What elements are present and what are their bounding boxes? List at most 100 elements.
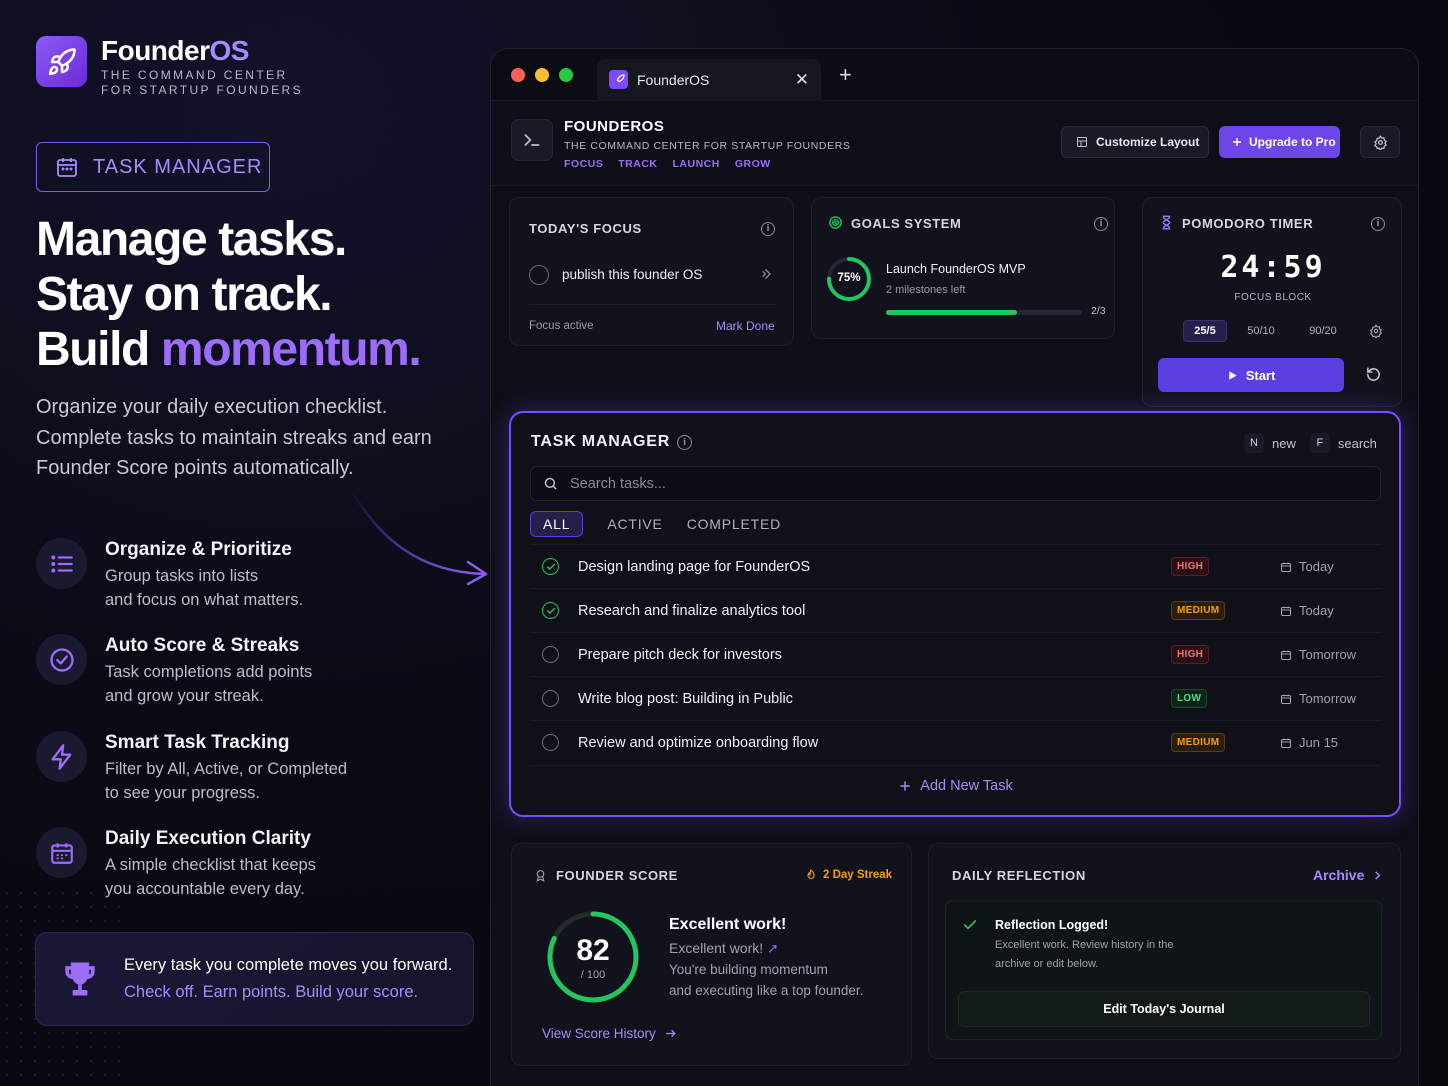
archive-link[interactable]: Archive [1313,867,1383,883]
focus-card: TODAY'S FOCUS i publish this founder OS … [509,197,794,346]
feature-desc: Group tasks into lists and focus on what … [105,567,304,609]
new-tab-button[interactable]: + [839,62,852,88]
priority-badge: HIGH [1171,645,1210,664]
task-row[interactable]: Write blog post: Building in Public LOW To… [530,676,1381,720]
chevron-right-icon[interactable] [760,266,776,282]
due-date: Tomorrow [1280,691,1356,706]
feature-title: Daily Execution Clarity [105,828,311,849]
feature-clarity: Daily Execution Clarity A simple checkli… [36,827,405,901]
minimize-window-button[interactable] [535,67,549,82]
task-title: Write blog post: Building in Public [578,690,793,707]
task-row[interactable]: Prepare pitch deck for investors HIGH Tomo… [530,632,1381,676]
reflection-line2: archive or edit below. [995,958,1099,970]
mark-done-button[interactable]: Mark Done [716,319,775,333]
search-input[interactable]: Search tasks... [530,466,1381,501]
app-title: FOUNDEROS [564,118,665,135]
app-nav: FOCUS TRACK LAUNCH GROW [564,158,771,170]
timer-mode: FOCUS BLOCK [1234,292,1312,303]
nav-launch[interactable]: LAUNCH [673,158,720,170]
kbd-f: F [1309,433,1330,453]
score-line2: You're building momentum [669,962,828,977]
edit-journal-button[interactable]: Edit Today's Journal [958,991,1370,1027]
arrow-right-icon [665,1029,676,1038]
preset-90-20[interactable]: 90/20 [1298,320,1348,342]
info-icon[interactable]: i [677,435,692,450]
goal-progress-bar [886,310,1082,315]
task-checkbox[interactable] [542,734,559,751]
feature-title: Smart Task Tracking [105,732,290,753]
task-row[interactable]: Review and optimize onboarding flow MEDIU… [530,720,1381,764]
filter-tabs: ALL ACTIVE COMPLETED [530,511,781,537]
task-list: Design landing page for FounderOS HIGH Tod… [530,544,1381,764]
filter-active[interactable]: ACTIVE [607,516,662,532]
feature-desc: Task completions add points and grow your… [105,663,313,705]
task-checkbox-checked[interactable] [542,602,559,619]
filter-all[interactable]: ALL [530,511,584,537]
calendar-icon [57,158,77,177]
headline: Manage tasks. Stay on track. Build momen… [36,213,422,376]
app-header: FOUNDEROS THE COMMAND CENTER FOR STARTUP… [491,102,1418,186]
view-score-history-link[interactable]: View Score History [542,1026,677,1041]
cta-line1: Every task you complete moves you forwar… [124,956,453,974]
task-row[interactable]: Design landing page for FounderOS HIGH Tod… [530,544,1381,588]
target-icon [829,216,842,229]
tab-title: FounderOS [637,71,710,88]
nav-grow[interactable]: GROW [735,158,771,170]
due-label: Today [1299,603,1334,618]
reflection-logged-box: Reflection Logged! Excellent work. Revie… [945,900,1382,1040]
timer-display: 24:59 [1220,250,1326,285]
filter-completed[interactable]: COMPLETED [687,516,781,532]
pomodoro-card: POMODORO TIMER i 24:59 FOCUS BLOCK 25/5 … [1142,197,1402,407]
task-checkbox[interactable] [542,646,559,663]
maximize-window-button[interactable] [559,67,573,82]
brand: FounderOS THE COMMAND CENTER FOR STARTUP… [36,36,303,98]
gear-icon[interactable] [1369,324,1383,338]
add-task-button[interactable]: Add New Task [530,765,1381,805]
goal-percent: 75% [837,272,861,284]
check-icon [546,607,555,614]
feature-tracking: Smart Task Tracking Filter by All, Activ… [36,731,405,805]
info-icon[interactable]: i [761,222,775,236]
task-title: Prepare pitch deck for investors [578,646,782,663]
close-tab-icon[interactable]: ✕ [795,70,809,90]
focus-task: publish this founder OS [562,267,703,282]
due-label: Tomorrow [1299,647,1357,662]
close-window-button[interactable] [511,67,525,82]
settings-button[interactable] [1360,126,1400,158]
titlebar: FounderOS ✕ + [491,49,1418,101]
badge-label: TASK MANAGER [93,155,263,178]
due-label: Jun 15 [1299,735,1339,750]
upgrade-label: Upgrade to Pro [1249,135,1336,149]
task-row[interactable]: Research and finalize analytics tool MEDI… [530,588,1381,632]
preset-25-5[interactable]: 25/5 [1183,320,1227,342]
nav-track[interactable]: TRACK [618,158,657,170]
goals-card: GOALS SYSTEM i 75% Launch FounderOS MVP … [811,197,1115,339]
calendar-icon [1281,606,1291,616]
task-checkbox[interactable] [542,690,559,707]
browser-tab[interactable]: FounderOS ✕ [597,58,821,101]
task-checkbox-checked[interactable] [542,558,559,575]
card-title: POMODORO TIMER [1182,216,1314,231]
task-title: Design landing page for FounderOS [578,558,811,575]
start-timer-button[interactable]: Start [1158,358,1344,392]
list-icon [36,538,87,589]
customize-layout-button[interactable]: Customize Layout [1061,126,1209,158]
upgrade-button[interactable]: Upgrade to Pro [1219,126,1340,158]
info-icon[interactable]: i [1094,217,1108,231]
nav-focus[interactable]: FOCUS [564,158,603,170]
due-date: Jun 15 [1280,735,1338,750]
app-subtitle: THE COMMAND CENTER FOR STARTUP FOUNDERS [564,140,851,152]
reflection-line1: Excellent work. Review history in the [995,939,1174,951]
info-icon[interactable]: i [1371,217,1385,231]
goal-progress-label: 2/3 [1091,305,1106,317]
divider [529,304,776,305]
calendar-icon [1281,562,1291,572]
card-title: DAILY REFLECTION [952,868,1086,883]
daily-reflection-card: DAILY REFLECTION Archive Reflection Logg… [928,843,1401,1059]
reset-icon[interactable] [1365,366,1382,383]
preset-50-10[interactable]: 50/10 [1239,320,1283,342]
gear-icon [1373,134,1387,150]
focus-checkbox[interactable] [529,265,549,285]
calendar-icon [36,827,87,878]
priority-badge: MEDIUM [1171,733,1226,752]
